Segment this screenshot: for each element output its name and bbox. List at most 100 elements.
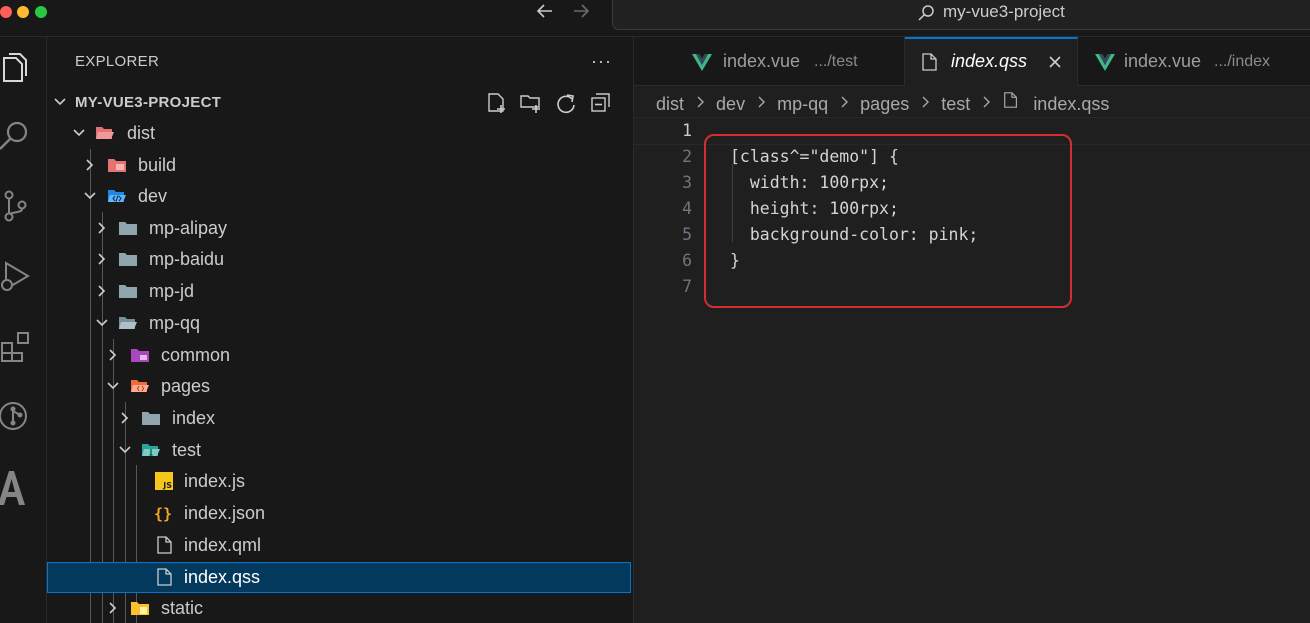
- maximize-window-button[interactable]: [35, 6, 47, 18]
- title-bar: my-vue3-project: [0, 0, 1310, 37]
- activity-bar: [0, 37, 47, 623]
- tree-item-label: index: [172, 408, 216, 428]
- test-folder-open-icon: [142, 444, 160, 456]
- line-number: 4: [682, 199, 692, 218]
- tree-item-index-qss[interactable]: index.qss: [47, 562, 631, 593]
- tree-item-index[interactable]: index: [47, 403, 631, 434]
- tree-item-label: index.json: [184, 503, 266, 523]
- tree-item-label: index.qml: [184, 535, 262, 555]
- explorer-files-icon[interactable]: [0, 51, 34, 85]
- tree-item-label: mp-qq: [149, 313, 201, 333]
- tree-item-build[interactable]: build: [47, 150, 631, 181]
- chevron-down-icon: [84, 192, 96, 200]
- line-number: 3: [682, 173, 692, 192]
- tree-item-test[interactable]: test: [47, 435, 631, 466]
- tree-item-static[interactable]: static: [47, 593, 631, 623]
- new-folder-icon[interactable]: [519, 91, 543, 115]
- tree-item-label: build: [138, 155, 177, 175]
- chevron-right-icon: [86, 159, 94, 171]
- chevron-right-icon: [98, 222, 106, 234]
- js-file-icon: JS: [155, 472, 173, 490]
- tree-item-label: common: [161, 345, 231, 365]
- explorer-title: EXPLORER: [75, 53, 160, 70]
- tree-item-mp-alipay[interactable]: mp-alipay: [47, 213, 631, 244]
- font-a-icon[interactable]: [0, 467, 34, 507]
- breadcrumb-item[interactable]: dev: [716, 94, 745, 115]
- breadcrumb-item[interactable]: index.qss: [1033, 94, 1109, 115]
- common-folder-icon: [131, 349, 149, 362]
- tab-index-vue-index[interactable]: index.vue .../index: [1078, 37, 1310, 85]
- more-actions-button[interactable]: ···: [591, 51, 612, 72]
- command-center[interactable]: my-vue3-project: [612, 0, 1310, 30]
- folder-icon: [119, 253, 137, 266]
- extensions-icon[interactable]: [0, 329, 34, 363]
- breadcrumb-item[interactable]: test: [941, 94, 970, 115]
- close-icon[interactable]: [1047, 54, 1063, 70]
- tree-item-dist[interactable]: dist: [47, 118, 631, 149]
- file-icon: [1004, 92, 1018, 108]
- breadcrumb-item[interactable]: mp-qq: [777, 94, 828, 115]
- editor-area: index.vue .../test index.qss index.vue .…: [633, 37, 1310, 623]
- explorer-sidebar: EXPLORER ··· MY-VUE3-PROJECT dist build …: [47, 37, 634, 623]
- arrow-left-icon[interactable]: [534, 0, 556, 22]
- folder-open-icon: [119, 317, 137, 329]
- breadcrumb-item[interactable]: dist: [656, 94, 684, 115]
- folder-icon: [119, 285, 137, 298]
- tree-item-label: dev: [138, 186, 168, 206]
- svg-text:{}: {}: [154, 505, 172, 522]
- tree-item-label: index.qss: [184, 567, 261, 587]
- line-number: 7: [682, 277, 692, 296]
- search-icon[interactable]: [0, 119, 34, 153]
- minimize-window-button[interactable]: [17, 6, 29, 18]
- tree-item-common[interactable]: common: [47, 340, 631, 371]
- tree-item-label: dist: [127, 123, 156, 143]
- json-file-icon: {}: [154, 505, 172, 522]
- source-control-icon[interactable]: [0, 189, 34, 223]
- workspace-root[interactable]: MY-VUE3-PROJECT: [47, 87, 631, 118]
- tab-description: .../test: [814, 53, 858, 70]
- pages-folder-open-icon: [131, 380, 149, 392]
- tree-item-mp-qq[interactable]: mp-qq: [47, 308, 631, 339]
- tree-item-index-js[interactable]: JS index.js: [47, 466, 631, 497]
- tab-label: index.qss: [951, 51, 1028, 71]
- file-icon: [157, 536, 172, 554]
- chevron-right-icon: [109, 602, 117, 614]
- tree-item-label: static: [161, 598, 204, 618]
- chevron-right-icon: [697, 96, 705, 108]
- tab-bar: index.vue .../test index.qss index.vue .…: [634, 37, 1310, 86]
- arrow-right-icon[interactable]: [570, 0, 592, 22]
- tree-item-label: test: [172, 440, 202, 460]
- vue-icon: [1095, 54, 1115, 71]
- tree-item-label: mp-jd: [149, 281, 195, 301]
- tab-label: index.vue: [1124, 51, 1202, 71]
- git-graph-icon[interactable]: [0, 399, 34, 433]
- breadcrumb-item[interactable]: pages: [860, 94, 909, 115]
- build-folder-icon: [108, 159, 126, 172]
- tree-item-index-qml[interactable]: index.qml: [47, 530, 631, 561]
- tab-index-vue-test[interactable]: index.vue .../test: [676, 37, 905, 85]
- static-folder-icon: [131, 602, 149, 615]
- tree-item-index-json[interactable]: {} index.json: [47, 498, 631, 529]
- tab-label: index.vue: [723, 51, 801, 71]
- tree-item-label: mp-alipay: [149, 218, 228, 238]
- close-window-button[interactable]: [0, 6, 12, 18]
- chevron-right-icon: [121, 412, 129, 424]
- chevron-down-icon: [96, 319, 108, 327]
- refresh-icon[interactable]: [554, 91, 578, 115]
- dev-folder-open-icon: [108, 190, 126, 202]
- file-icon: [157, 568, 172, 586]
- chevron-right-icon: [841, 96, 849, 108]
- dist-folder-open-icon: [96, 127, 114, 139]
- tree-item-dev[interactable]: dev: [47, 181, 631, 212]
- tab-index-qss[interactable]: index.qss: [905, 37, 1078, 86]
- tree-item-pages[interactable]: pages: [47, 371, 631, 402]
- run-debug-icon[interactable]: [0, 259, 34, 293]
- tree-item-label: mp-baidu: [149, 249, 225, 269]
- tree-item-mp-jd[interactable]: mp-jd: [47, 276, 631, 307]
- file-icon: [922, 53, 937, 71]
- chevron-down-icon: [119, 446, 131, 454]
- tree-item-mp-baidu[interactable]: mp-baidu: [47, 244, 631, 275]
- new-file-icon[interactable]: [485, 91, 509, 115]
- chevron-right-icon: [98, 285, 106, 297]
- collapse-all-icon[interactable]: [589, 91, 613, 115]
